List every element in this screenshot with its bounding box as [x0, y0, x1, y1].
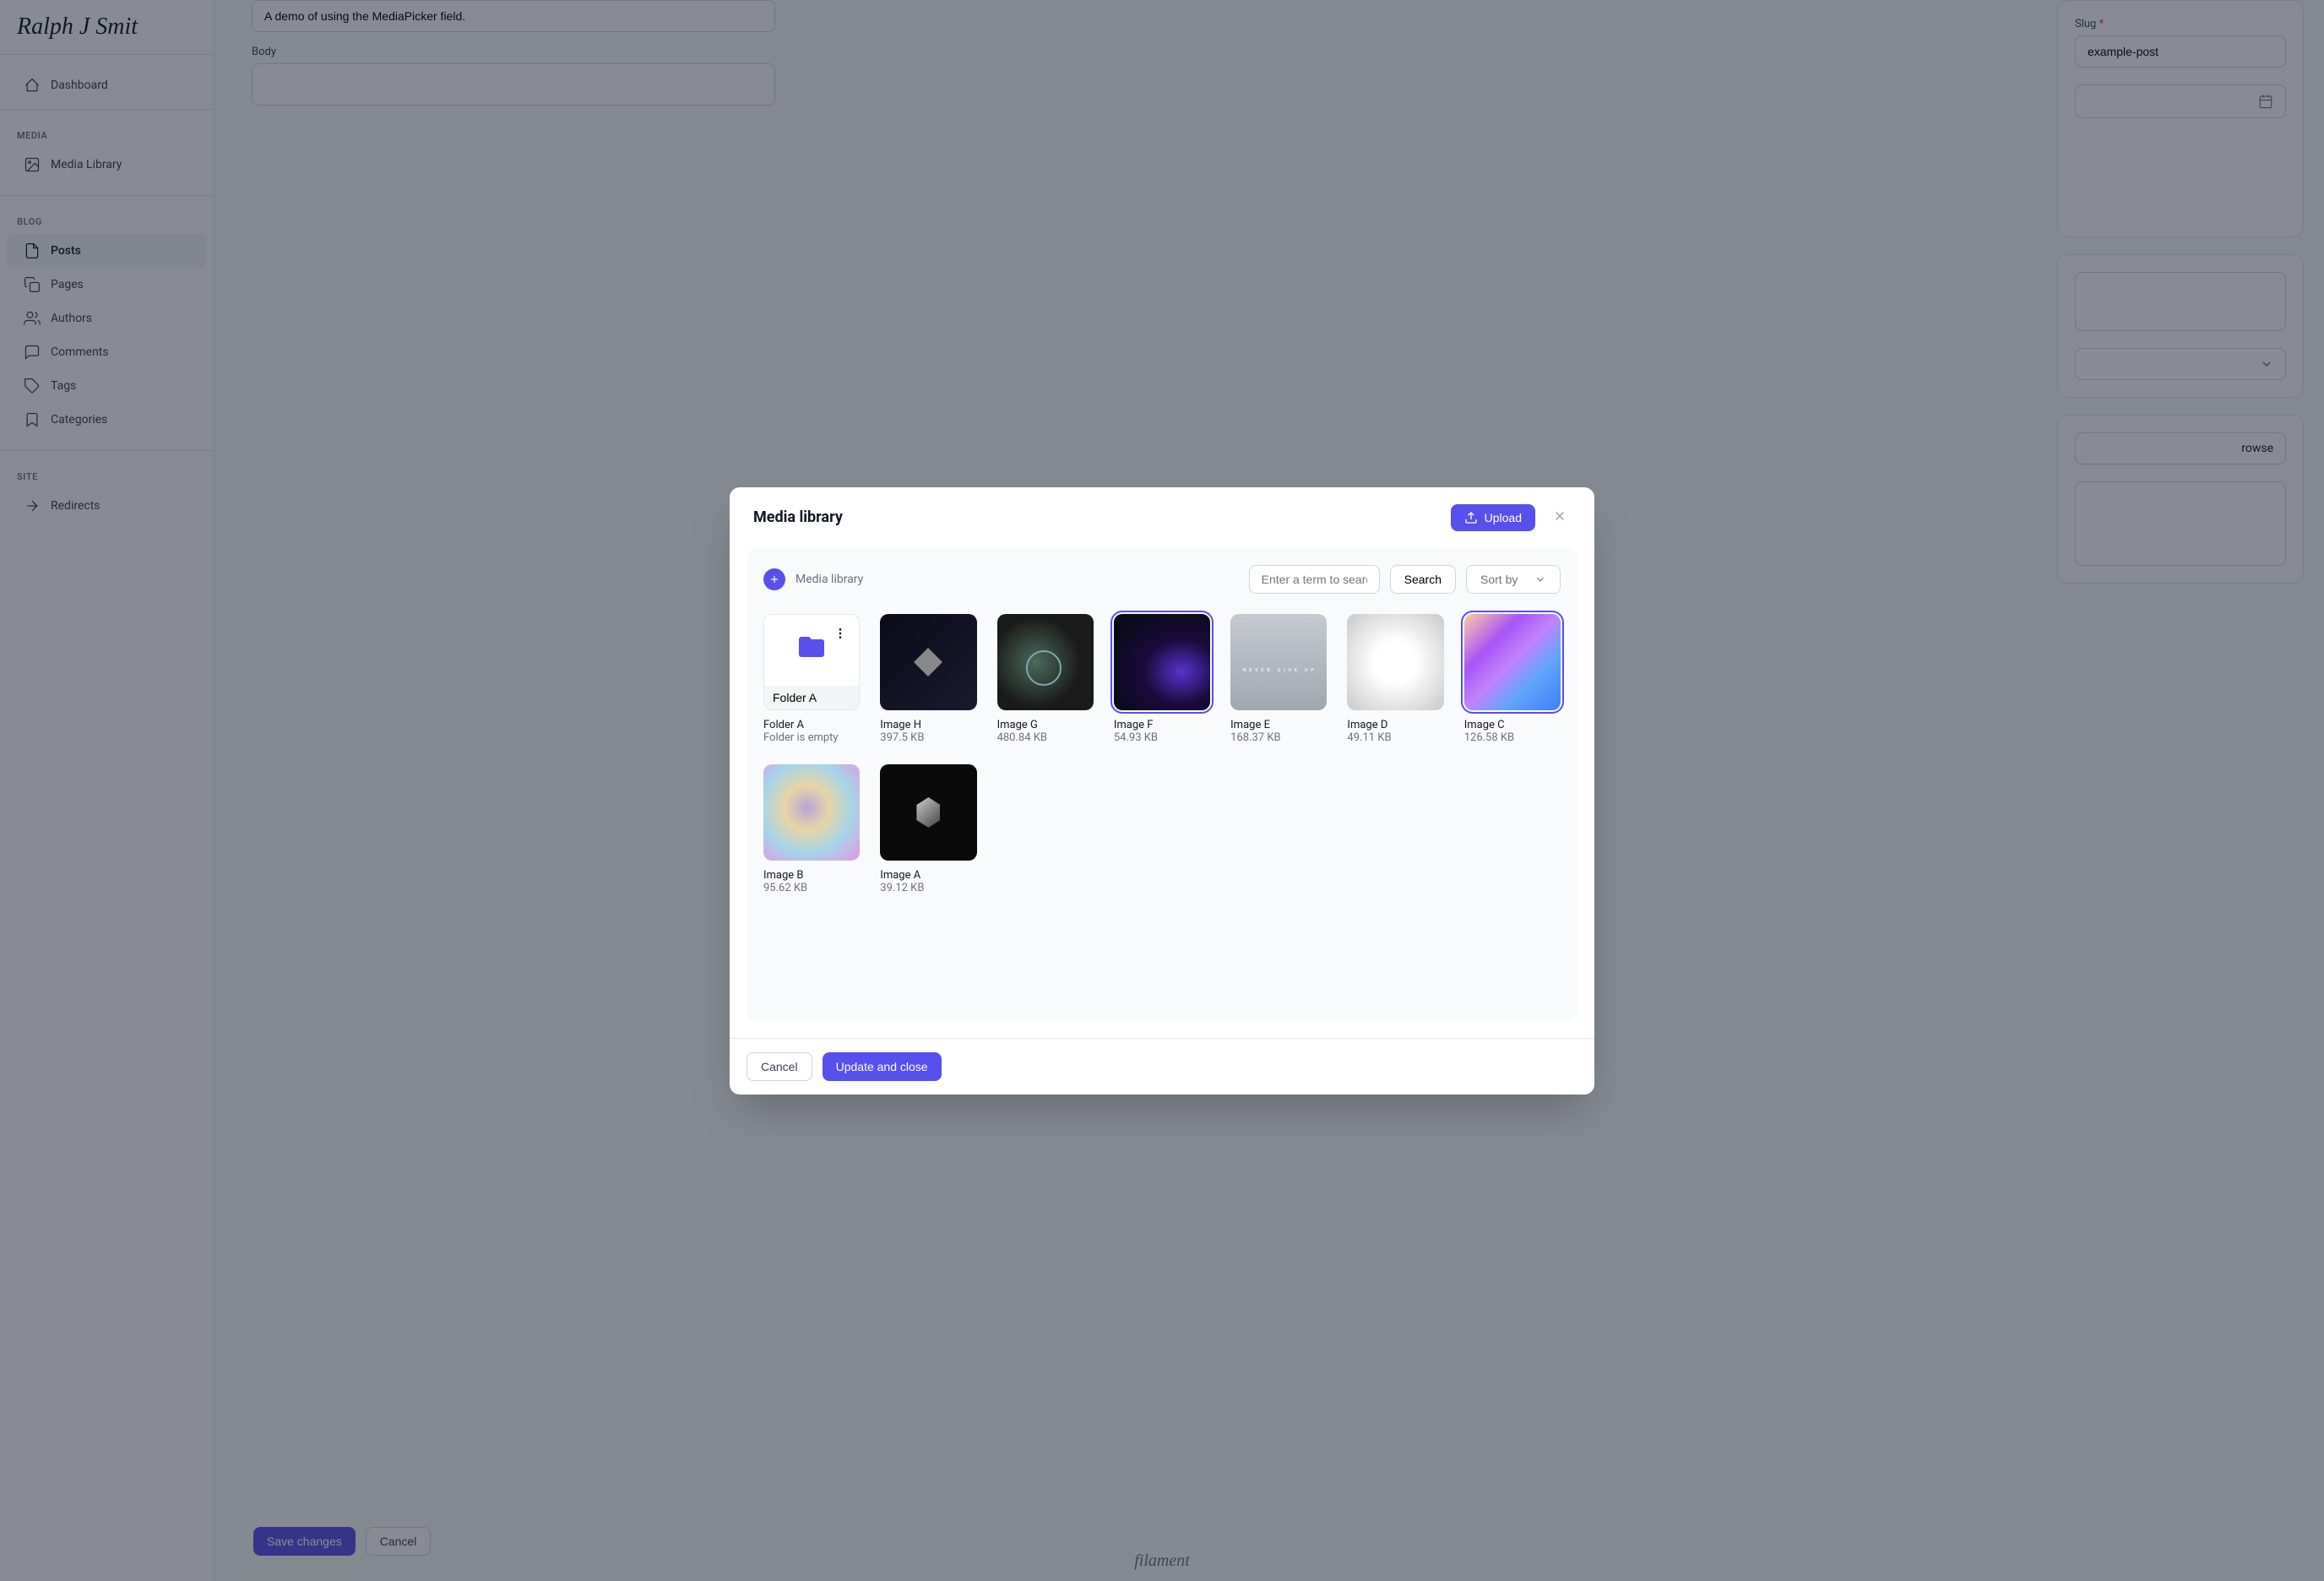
media-image[interactable]: Image H397.5 KB — [880, 614, 976, 744]
media-item-meta: 480.84 KB — [997, 731, 1094, 744]
media-item-meta: 49.11 KB — [1347, 731, 1443, 744]
media-item-meta: Folder is empty — [763, 731, 860, 744]
modal-cancel-button[interactable]: Cancel — [747, 1052, 812, 1081]
folder-name-input[interactable] — [764, 686, 859, 709]
upload-icon — [1464, 511, 1478, 524]
upload-label: Upload — [1485, 511, 1522, 524]
media-image[interactable]: N E V E R G I V E U P Image E168.37 KB — [1230, 614, 1327, 744]
folder-icon — [796, 632, 827, 662]
media-library-modal: Media library Upload Media library — [730, 487, 1594, 1095]
image-thumbnail — [1114, 614, 1210, 710]
media-item-meta: 39.12 KB — [880, 882, 976, 894]
chevron-down-icon — [1534, 573, 1546, 585]
image-thumbnail — [1347, 614, 1443, 710]
image-thumbnail — [1464, 614, 1561, 710]
media-image[interactable]: Image A39.12 KB — [880, 764, 976, 894]
modal-title: Media library — [753, 508, 843, 526]
sort-label: Sort by — [1480, 573, 1518, 586]
search-input[interactable] — [1249, 565, 1380, 594]
folder-menu-button[interactable] — [828, 622, 852, 645]
media-item-name: Image C — [1464, 719, 1561, 731]
image-thumbnail — [997, 614, 1094, 710]
media-item-name: Image E — [1230, 719, 1327, 731]
media-item-name: Image A — [880, 869, 976, 882]
media-item-name: Image B — [763, 869, 860, 882]
upload-button[interactable]: Upload — [1451, 504, 1535, 531]
media-item-name: Image D — [1347, 719, 1443, 731]
folder-thumbnail — [763, 614, 860, 710]
media-image[interactable]: Image G480.84 KB — [997, 614, 1094, 744]
media-item-name: Folder A — [763, 719, 860, 731]
media-image[interactable]: Image F54.93 KB — [1114, 614, 1210, 744]
image-thumbnail: N E V E R G I V E U P — [1230, 614, 1327, 710]
media-image[interactable]: Image B95.62 KB — [763, 764, 860, 894]
media-item-meta: 168.37 KB — [1230, 731, 1327, 744]
media-image[interactable]: Image D49.11 KB — [1347, 614, 1443, 744]
media-item-name: Image G — [997, 719, 1094, 731]
image-thumbnail — [763, 764, 860, 861]
plus-icon — [768, 573, 780, 585]
breadcrumb-root[interactable]: Media library — [795, 573, 863, 586]
close-button[interactable] — [1549, 505, 1571, 530]
media-item-meta: 54.93 KB — [1114, 731, 1210, 744]
media-folder[interactable]: Folder AFolder is empty — [763, 614, 860, 744]
media-item-meta: 126.58 KB — [1464, 731, 1561, 744]
add-folder-button[interactable] — [763, 568, 785, 590]
sort-button[interactable]: Sort by — [1466, 565, 1561, 594]
modal-overlay: Media library Upload Media library — [0, 0, 2324, 1581]
search-button[interactable]: Search — [1390, 565, 1456, 594]
media-item-name: Image F — [1114, 719, 1210, 731]
image-thumbnail — [880, 614, 976, 710]
close-icon — [1552, 508, 1567, 524]
dots-vertical-icon — [833, 627, 847, 640]
media-image[interactable]: Image C126.58 KB — [1464, 614, 1561, 744]
media-item-name: Image H — [880, 719, 976, 731]
update-close-button[interactable]: Update and close — [823, 1052, 942, 1081]
image-thumbnail — [880, 764, 976, 861]
media-item-meta: 397.5 KB — [880, 731, 976, 744]
media-item-meta: 95.62 KB — [763, 882, 860, 894]
